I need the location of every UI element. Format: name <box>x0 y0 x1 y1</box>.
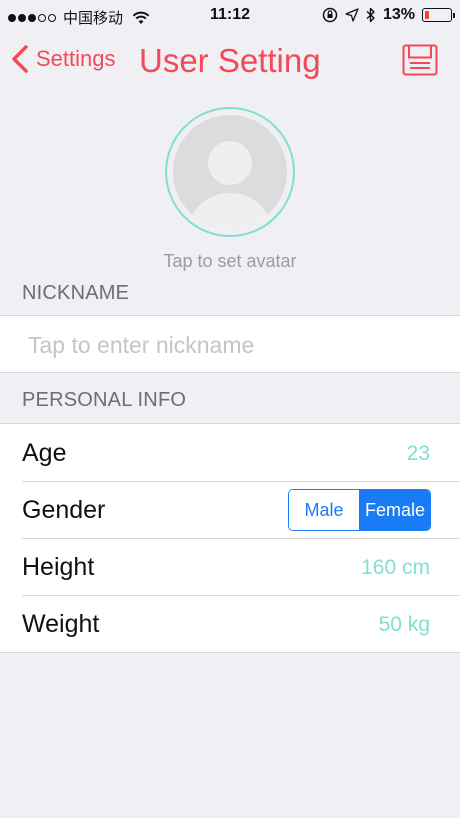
age-value: 23 <box>406 442 430 465</box>
back-button-label: Settings <box>36 46 116 71</box>
nickname-input[interactable] <box>28 328 438 362</box>
gender-label: Gender <box>22 496 106 524</box>
nickname-section-header: NICKNAME <box>22 282 130 304</box>
weight-value: 50 kg <box>378 613 430 636</box>
age-row[interactable]: Age 23 <box>0 424 460 481</box>
weight-label: Weight <box>22 610 100 638</box>
status-bar: 中国移动 11:12 13% <box>0 0 460 32</box>
page-title: User Setting <box>139 42 321 79</box>
age-label: Age <box>22 439 67 467</box>
navigation-bar: Settings User Setting <box>0 36 460 90</box>
save-icon[interactable] <box>402 44 438 76</box>
back-button[interactable]: Settings <box>10 44 116 74</box>
personal-info-table: Age 23 Gender Male Female Height 160 cm … <box>0 423 460 653</box>
height-label: Height <box>22 553 95 581</box>
avatar-placeholder <box>173 115 287 229</box>
battery-icon <box>422 8 455 22</box>
weight-row[interactable]: Weight 50 kg <box>0 595 460 652</box>
avatar-caption: Tap to set avatar <box>163 251 297 271</box>
nickname-row <box>0 315 460 373</box>
avatar-button[interactable] <box>165 107 295 237</box>
gender-segmented-control: Male Female <box>288 489 431 531</box>
gender-option-female[interactable]: Female <box>360 490 430 530</box>
height-value: 160 cm <box>361 556 430 579</box>
location-arrow-icon <box>345 8 359 22</box>
battery-percent: 13% <box>382 6 415 23</box>
gender-option-male[interactable]: Male <box>289 490 360 530</box>
person-silhouette-icon <box>190 141 270 229</box>
gender-row: Gender Male Female <box>0 481 460 538</box>
height-row[interactable]: Height 160 cm <box>0 538 460 595</box>
personal-info-section-header: PERSONAL INFO <box>22 389 187 411</box>
chevron-left-icon <box>12 45 28 73</box>
orientation-lock-icon <box>322 7 338 23</box>
bluetooth-icon <box>366 7 375 23</box>
status-right: 13% <box>322 6 455 24</box>
